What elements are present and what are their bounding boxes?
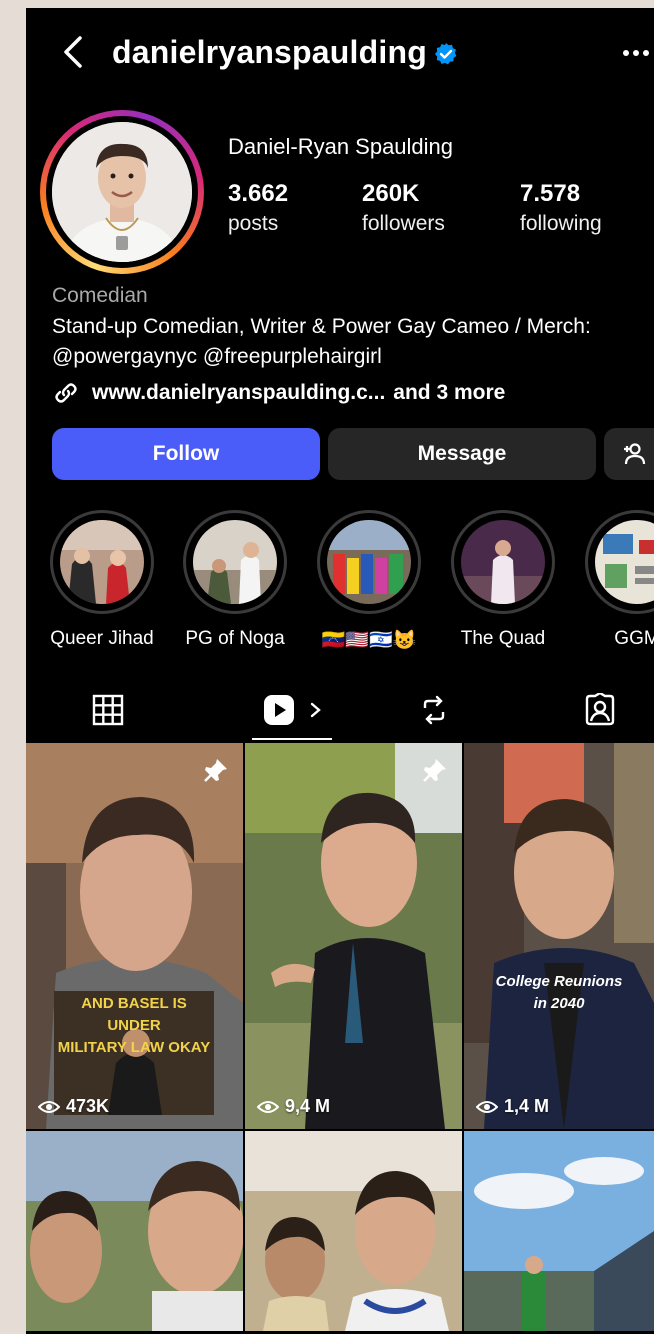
profile-avatar-story-ring[interactable] — [40, 110, 204, 274]
profile-avatar — [52, 122, 192, 262]
stat-posts[interactable]: 3.662 posts — [228, 180, 288, 236]
active-tab-indicator — [252, 738, 332, 740]
eye-icon — [476, 1100, 498, 1113]
stat-following-value: 7.578 — [520, 180, 581, 207]
reel-thumbnail[interactable] — [464, 1131, 654, 1331]
tab-grid[interactable] — [76, 684, 140, 736]
eye-icon — [38, 1100, 60, 1113]
tab-tagged[interactable] — [568, 684, 632, 736]
story-highlight[interactable]: Queer Jihad — [50, 510, 154, 650]
reel-view-count: 1,4 M — [476, 1096, 549, 1117]
suggested-accounts-button[interactable] — [604, 428, 654, 480]
reel-caption-overlay: AND BASEL IS UNDER MILITARY LAW OKAY — [57, 995, 211, 1056]
reel-thumbnail[interactable]: 9,4 M — [245, 743, 462, 1129]
profile-category: Comedian — [52, 284, 148, 307]
profile-link-url[interactable]: www.danielryanspaulding.c... — [92, 381, 385, 405]
reel-thumbnail[interactable] — [245, 1131, 462, 1331]
reel-view-count: 473K — [38, 1096, 109, 1117]
stat-posts-value: 3.662 — [228, 180, 289, 207]
story-highlight[interactable]: PG of Noga — [183, 510, 287, 650]
highlight-cover — [60, 520, 144, 604]
message-button[interactable]: Message — [328, 428, 596, 480]
profile-link-more[interactable]: and 3 more — [393, 381, 505, 405]
stat-posts-label: posts — [228, 212, 279, 235]
stat-following[interactable]: 7.578 following — [520, 180, 602, 236]
follow-button[interactable]: Follow — [52, 428, 320, 480]
reels-icon — [264, 695, 294, 725]
story-highlight[interactable]: 🇻🇪🇺🇸🇮🇱😺 — [317, 510, 421, 652]
stat-followers[interactable]: 260K followers — [362, 180, 445, 236]
highlight-cover — [193, 520, 277, 604]
highlight-label: PG of Noga — [185, 628, 285, 649]
more-horizontal-icon[interactable] — [622, 38, 654, 68]
profile-full-name: Daniel-Ryan Spaulding — [228, 134, 454, 159]
add-person-icon — [624, 443, 646, 465]
eye-icon — [257, 1100, 279, 1113]
highlight-label: 🇻🇪🇺🇸🇮🇱😺 — [321, 630, 417, 651]
grid-icon — [92, 694, 124, 726]
stat-following-label: following — [520, 212, 602, 235]
highlight-cover — [461, 520, 545, 604]
highlight-label: GGM — [614, 628, 654, 649]
pinned-icon — [422, 757, 448, 788]
profile-bio: Stand-up Comedian, Writer & Power Gay Ca… — [52, 312, 654, 372]
highlight-label: Queer Jihad — [50, 628, 154, 649]
chevron-right-icon — [310, 702, 321, 718]
tab-reposts[interactable] — [402, 684, 466, 736]
stat-followers-value: 260K — [362, 180, 420, 207]
reel-view-count: 9,4 M — [257, 1096, 330, 1117]
tagged-icon — [585, 693, 615, 726]
tab-reels[interactable] — [246, 684, 342, 736]
highlight-cover — [595, 520, 654, 604]
repost-icon — [423, 695, 445, 725]
story-highlight[interactable]: GGM — [585, 510, 654, 650]
story-highlight[interactable]: The Quad — [451, 510, 555, 650]
bio-line-1: Stand-up Comedian, Writer & Power Gay Ca… — [52, 315, 591, 338]
reel-caption-overlay: College Reunions in 2040 — [495, 973, 623, 1012]
verified-badge-icon — [434, 42, 458, 66]
link-icon — [55, 383, 77, 403]
stat-followers-label: followers — [362, 212, 445, 235]
highlight-cover — [327, 520, 411, 604]
profile-tabs — [26, 684, 654, 742]
reel-thumbnail[interactable]: AND BASEL IS UNDER MILITARY LAW OKAY 473… — [26, 743, 243, 1129]
top-bar: danielryanspaulding — [26, 8, 654, 98]
pinned-icon — [203, 757, 229, 788]
instagram-profile-screen: danielryanspaulding Daniel-Ryan Spauldin… — [26, 8, 654, 1334]
bio-line-2[interactable]: @powergaynyc @freepurplehairgirl — [52, 342, 654, 372]
reel-thumbnail[interactable] — [26, 1131, 243, 1331]
profile-username: danielryanspaulding — [112, 34, 427, 70]
reel-thumbnail[interactable]: College Reunions in 2040 1,4 M — [464, 743, 654, 1129]
profile-link-row[interactable]: www.danielryanspaulding.c... and 3 more — [52, 378, 505, 408]
chevron-left-icon[interactable] — [56, 32, 90, 72]
highlight-label: The Quad — [460, 628, 546, 649]
